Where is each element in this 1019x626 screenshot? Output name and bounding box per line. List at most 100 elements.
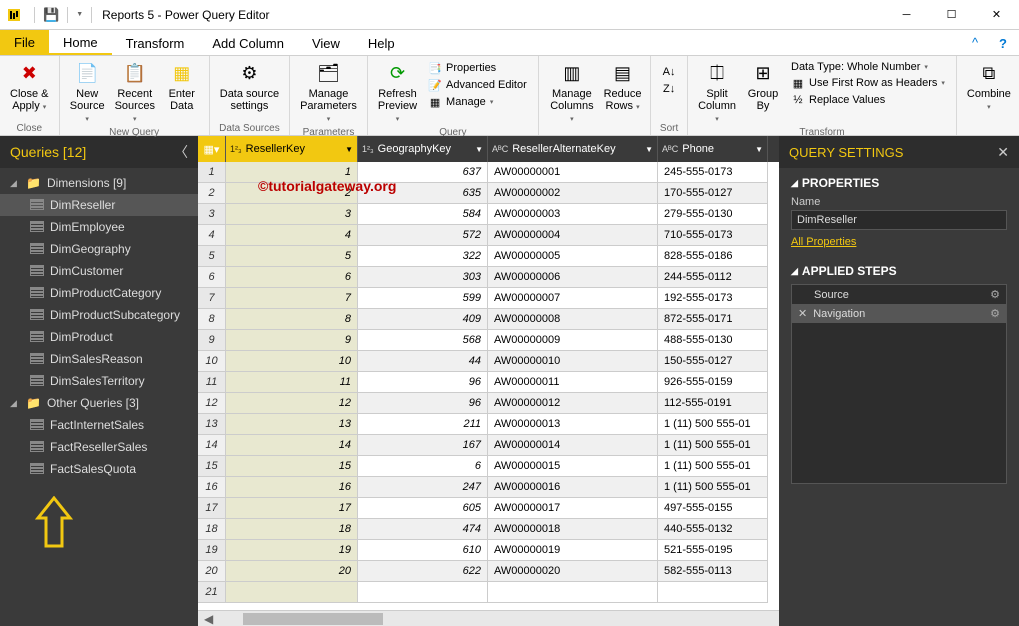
cell[interactable]: 828-555-0186 [658, 246, 768, 267]
column-header[interactable]: AᴮCResellerAlternateKey▼ [488, 136, 658, 162]
cell[interactable]: 322 [358, 246, 488, 267]
query-item[interactable]: DimSalesTerritory [0, 370, 198, 392]
cell[interactable]: 584 [358, 204, 488, 225]
cell[interactable]: AW00000001 [488, 162, 658, 183]
advanced-editor-button[interactable]: 📝Advanced Editor [425, 77, 530, 93]
reduce-rows-button[interactable]: ▤Reduce Rows ▾ [601, 58, 644, 114]
cell[interactable]: AW00000015 [488, 456, 658, 477]
cell[interactable]: AW00000008 [488, 309, 658, 330]
cell[interactable]: 9 [226, 330, 358, 351]
applied-step[interactable]: ✕Navigation⚙ [792, 304, 1006, 323]
row-number[interactable]: 15 [198, 456, 226, 477]
column-header[interactable]: AᴮCPhone▼ [658, 136, 768, 162]
row-number[interactable]: 11 [198, 372, 226, 393]
table-row[interactable]: 77599AW00000007192-555-0173 [198, 288, 779, 309]
cell[interactable]: 211 [358, 414, 488, 435]
cell[interactable]: 6 [226, 267, 358, 288]
query-name-input[interactable] [791, 210, 1007, 230]
table-row[interactable]: 88409AW00000008872-555-0171 [198, 309, 779, 330]
table-row[interactable]: 1313211AW000000131 (11) 500 555-01 [198, 414, 779, 435]
query-item[interactable]: DimSalesReason [0, 348, 198, 370]
table-row[interactable]: 1616247AW000000161 (11) 500 555-01 [198, 477, 779, 498]
cell[interactable]: AW00000017 [488, 498, 658, 519]
cell[interactable]: 18 [226, 519, 358, 540]
applied-step[interactable]: Source⚙ [792, 285, 1006, 304]
cell[interactable]: AW00000006 [488, 267, 658, 288]
cell[interactable]: AW00000007 [488, 288, 658, 309]
sort-desc-button[interactable]: Z↓ [659, 81, 679, 97]
folder-1[interactable]: ◢📁Other Queries [3] [0, 392, 198, 414]
row-number[interactable]: 4 [198, 225, 226, 246]
cell[interactable]: 409 [358, 309, 488, 330]
close-settings-icon[interactable]: ✕ [997, 144, 1009, 161]
cell[interactable]: 150-555-0127 [658, 351, 768, 372]
cell[interactable]: 4 [226, 225, 358, 246]
cell[interactable]: 11 [226, 372, 358, 393]
query-item[interactable]: DimGeography [0, 238, 198, 260]
applied-steps-title[interactable]: ◢APPLIED STEPS [791, 264, 1007, 278]
query-item[interactable]: DimProductCategory [0, 282, 198, 304]
query-item[interactable]: DimProductSubcategory [0, 304, 198, 326]
row-number[interactable]: 3 [198, 204, 226, 225]
cell[interactable]: 1 (11) 500 555-01 [658, 414, 768, 435]
cell[interactable]: 1 (11) 500 555-01 [658, 456, 768, 477]
row-number[interactable]: 14 [198, 435, 226, 456]
query-item[interactable]: DimReseller [0, 194, 198, 216]
cell[interactable]: 19 [226, 540, 358, 561]
manage-query-button[interactable]: ▦Manage ▾ [425, 94, 530, 110]
row-number[interactable]: 9 [198, 330, 226, 351]
table-row[interactable]: 22635AW00000002170-555-0127 [198, 183, 779, 204]
cell[interactable]: 17 [226, 498, 358, 519]
select-all-corner[interactable]: ▦▾ [198, 136, 226, 162]
cell[interactable]: 244-555-0112 [658, 267, 768, 288]
save-icon[interactable]: 💾 [43, 7, 59, 23]
table-row[interactable]: 55322AW00000005828-555-0186 [198, 246, 779, 267]
cell[interactable]: 44 [358, 351, 488, 372]
column-filter-icon[interactable]: ▼ [475, 145, 483, 154]
cell[interactable]: 2 [226, 183, 358, 204]
cell[interactable]: 488-555-0130 [658, 330, 768, 351]
cell[interactable]: 3 [226, 204, 358, 225]
cell[interactable]: 582-555-0113 [658, 561, 768, 582]
cell[interactable]: AW00000013 [488, 414, 658, 435]
table-row[interactable]: 121296AW00000012112-555-0191 [198, 393, 779, 414]
table-row[interactable]: 1818474AW00000018440-555-0132 [198, 519, 779, 540]
cell[interactable]: 926-555-0159 [658, 372, 768, 393]
cell[interactable]: 167 [358, 435, 488, 456]
table-row[interactable]: 99568AW00000009488-555-0130 [198, 330, 779, 351]
folder-0[interactable]: ◢📁Dimensions [9] [0, 172, 198, 194]
refresh-preview-button[interactable]: ⟳Refresh Preview ▾ [374, 58, 421, 126]
cell[interactable]: 192-555-0173 [658, 288, 768, 309]
cell[interactable]: 20 [226, 561, 358, 582]
cell[interactable]: 1 (11) 500 555-01 [658, 477, 768, 498]
properties-button[interactable]: 📑Properties [425, 60, 530, 76]
column-filter-icon[interactable]: ▼ [755, 145, 763, 154]
tab-home[interactable]: Home [49, 30, 112, 55]
cell[interactable]: 247 [358, 477, 488, 498]
cell[interactable]: 440-555-0132 [658, 519, 768, 540]
cell[interactable]: 16 [226, 477, 358, 498]
query-item[interactable]: FactResellerSales [0, 436, 198, 458]
row-number[interactable]: 8 [198, 309, 226, 330]
cell[interactable]: AW00000018 [488, 519, 658, 540]
cell[interactable]: 6 [358, 456, 488, 477]
gear-icon[interactable]: ⚙ [990, 288, 1000, 301]
column-header[interactable]: 1²₃GeographyKey▼ [358, 136, 488, 162]
table-row[interactable]: 1414167AW000000141 (11) 500 555-01 [198, 435, 779, 456]
row-number[interactable]: 13 [198, 414, 226, 435]
sort-asc-button[interactable]: A↓ [659, 64, 679, 80]
cell[interactable]: 599 [358, 288, 488, 309]
collapse-queries-icon[interactable]: 〈 [174, 142, 188, 162]
datatype-icon[interactable]: 1²₃ [362, 144, 374, 154]
replace-values-button[interactable]: ½Replace Values [788, 92, 948, 108]
cell[interactable]: 605 [358, 498, 488, 519]
cell[interactable] [226, 582, 358, 603]
cell[interactable]: 521-555-0195 [658, 540, 768, 561]
cell[interactable]: 8 [226, 309, 358, 330]
cell[interactable]: 710-555-0173 [658, 225, 768, 246]
split-column-button[interactable]: ⎅Split Column ▾ [694, 58, 740, 126]
table-row[interactable]: 66303AW00000006244-555-0112 [198, 267, 779, 288]
column-filter-icon[interactable]: ▼ [345, 145, 353, 154]
column-filter-icon[interactable]: ▼ [645, 145, 653, 154]
enter-data-button[interactable]: ▦Enter Data [161, 58, 203, 114]
